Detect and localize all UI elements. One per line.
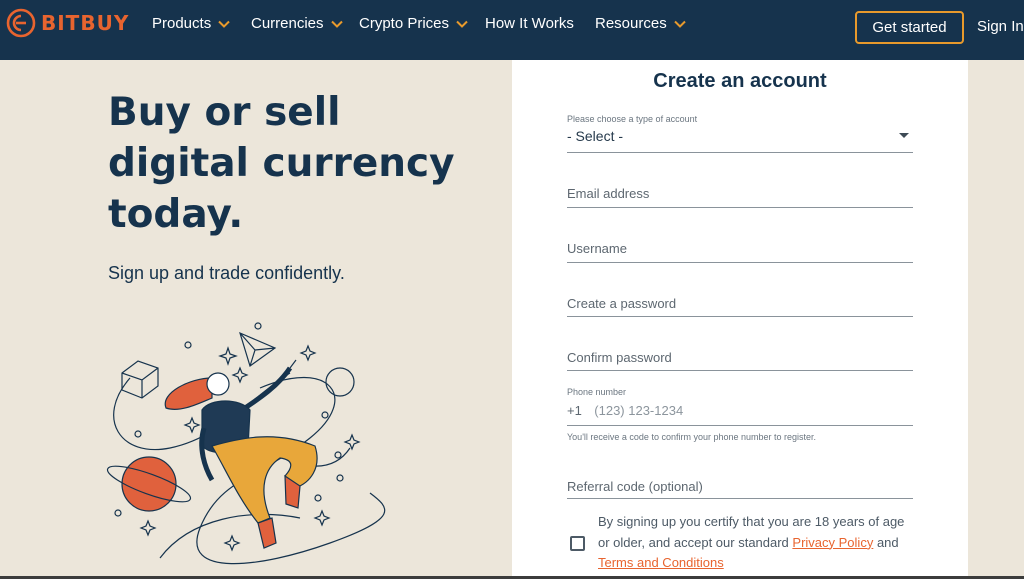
nav-currencies[interactable]: Currencies	[251, 15, 343, 32]
chevron-down-icon	[456, 20, 468, 28]
phone-helper-text: You'll receive a code to confirm your ph…	[567, 432, 817, 442]
top-nav: BITBUY Products Currencies Crypto Prices…	[0, 0, 1024, 60]
consent-and: and	[873, 534, 899, 550]
nav-label: Resources	[595, 15, 667, 32]
form-title: Create an account	[653, 70, 827, 92]
hero-title: Buy or sell digital currency today.	[108, 90, 455, 237]
phone-placeholder: (123) 123-1234	[594, 403, 684, 418]
chevron-down-icon	[330, 20, 343, 28]
select-caret-icon	[899, 133, 909, 138]
nav-crypto-prices[interactable]: Crypto Prices	[359, 15, 468, 32]
consent-text: By signing up you certify that you are 1…	[598, 512, 918, 574]
email-field[interactable]: Email address	[567, 185, 913, 208]
chevron-down-icon	[218, 20, 230, 28]
hero-subtitle: Sign up and trade confidently.	[108, 263, 345, 283]
nav-label: Products	[152, 15, 212, 32]
account-type-label: Please choose a type of account	[567, 114, 698, 124]
phone-prefix: +1	[567, 403, 582, 418]
confirm-password-field[interactable]: Confirm password	[567, 349, 913, 371]
bitbuy-logo-icon	[6, 8, 36, 38]
nav-label: Crypto Prices	[359, 15, 450, 32]
referral-code-field[interactable]: Referral code (optional)	[567, 478, 913, 499]
privacy-policy-link[interactable]: Privacy Policy	[792, 535, 873, 550]
email-placeholder: Email address	[567, 186, 650, 201]
nav-label: Currencies	[251, 15, 324, 32]
nav-resources[interactable]: Resources	[595, 15, 686, 32]
terms-link[interactable]: Terms and Conditions	[598, 555, 724, 570]
username-placeholder: Username	[567, 241, 627, 256]
phone-field[interactable]: +1 (123) 123-1234	[567, 402, 913, 426]
logo-text: BITBUY	[41, 11, 130, 35]
phone-label: Phone number	[567, 387, 627, 397]
account-type-select[interactable]: - Select -	[567, 128, 913, 153]
nav-label: How It Works	[485, 15, 574, 32]
get-started-button[interactable]: Get started	[855, 11, 964, 44]
confirm-password-placeholder: Confirm password	[567, 350, 672, 365]
sign-in-link[interactable]: Sign In	[977, 18, 1024, 35]
trader-illustration	[106, 322, 386, 565]
username-field[interactable]: Username	[567, 240, 913, 263]
chevron-down-icon	[673, 20, 686, 28]
password-field[interactable]: Create a password	[567, 295, 913, 317]
signup-card: Create an account Please choose a type o…	[512, 60, 968, 579]
nav-how-it-works[interactable]: How It Works	[485, 15, 574, 32]
terms-checkbox[interactable]	[570, 536, 585, 551]
logo[interactable]: BITBUY	[6, 8, 129, 38]
password-placeholder: Create a password	[567, 296, 677, 311]
referral-placeholder: Referral code (optional)	[567, 479, 703, 494]
account-type-value: - Select -	[567, 128, 624, 144]
nav-products[interactable]: Products	[152, 15, 230, 32]
